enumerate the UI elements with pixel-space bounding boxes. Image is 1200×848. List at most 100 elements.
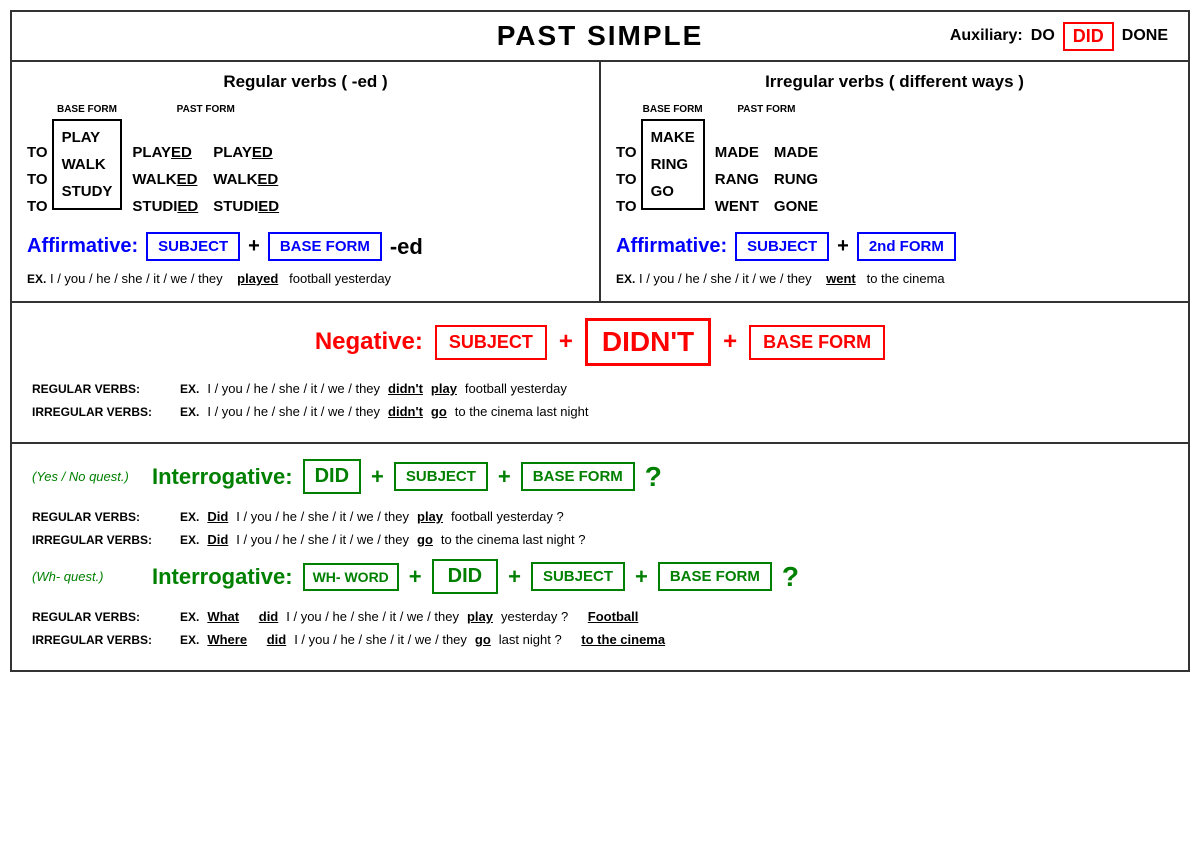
neg-regular-subjects: I / you / he / she / it / we / they bbox=[207, 381, 380, 396]
yesno-irregular-label: IRREGULAR VERBS: bbox=[32, 533, 172, 547]
irr-past2-3: GONE bbox=[774, 193, 818, 220]
regular-ed-suffix: -ed bbox=[390, 234, 423, 260]
wh-regular-subjects: I / you / he / she / it / we / they bbox=[286, 609, 459, 624]
reg-past2-2: WALKED bbox=[213, 166, 279, 193]
irregular-past-col1: MADE RANG WENT bbox=[715, 139, 759, 220]
neg-regular-ex: EX. bbox=[180, 382, 199, 396]
wh-regular-did: did bbox=[259, 609, 279, 624]
wh-question-mark: ? bbox=[782, 561, 799, 593]
irregular-title: Irregular verbs ( different ways ) bbox=[616, 72, 1173, 92]
yesno-irregular-subjects: I / you / he / she / it / we / they bbox=[236, 532, 409, 547]
regular-affirmative-row: Affirmative: SUBJECT + BASE FORM -ed bbox=[27, 232, 584, 261]
regular-base-box: PLAY WALK STUDY bbox=[52, 119, 123, 210]
irr-past2-2: RUNG bbox=[774, 166, 818, 193]
yesno-did-box: DID bbox=[303, 459, 361, 494]
wh-regular-label: REGULAR VERBS: bbox=[32, 610, 172, 624]
regular-to-col: TO TO TO TO bbox=[27, 104, 48, 220]
neg-regular-rest: football yesterday bbox=[465, 381, 567, 396]
irregular-base-box: MAKE RING GO bbox=[641, 119, 705, 210]
main-container: PAST SIMPLE Auxiliary: DO DID DONE Regul… bbox=[10, 10, 1190, 672]
regular-past-col2: PLAYED WALKED STUDIED bbox=[213, 139, 279, 220]
regular-past-label: PAST FORM bbox=[132, 104, 279, 115]
irregular-form-box: 2nd FORM bbox=[857, 232, 956, 261]
regular-base-col: BASE FORM PLAY WALK STUDY bbox=[52, 104, 123, 220]
reg-past1-2: WALKED bbox=[132, 166, 198, 193]
reg-past2-3: STUDIED bbox=[213, 193, 279, 220]
wh-irregular-wh: Where bbox=[207, 632, 247, 647]
yesno-irregular-verb: go bbox=[417, 532, 433, 547]
regular-aff-label: Affirmative: bbox=[27, 235, 138, 258]
yesno-regular-verb: play bbox=[417, 509, 443, 524]
reg-past2-1: PLAYED bbox=[213, 139, 279, 166]
negative-regular-row: REGULAR VERBS: EX. I / you / he / she / … bbox=[32, 381, 1168, 396]
irregular-base-col: BASE FORM MAKE RING GO bbox=[641, 104, 705, 220]
irr-base-2: RING bbox=[651, 151, 695, 178]
regular-ex-label: EX. bbox=[27, 272, 46, 286]
yesno-question-mark: ? bbox=[645, 461, 662, 493]
negative-formula-row: Negative: SUBJECT + DIDN'T + BASE FORM bbox=[32, 318, 1168, 366]
yesno-label: Interrogative: bbox=[152, 464, 293, 490]
regular-subject-box: SUBJECT bbox=[146, 232, 240, 261]
irregular-ex-subjects: I / you / he / she / it / we / they bbox=[639, 271, 812, 286]
irr-past1-1: MADE bbox=[715, 139, 759, 166]
irregular-affirmative-row: Affirmative: SUBJECT + 2nd FORM bbox=[616, 232, 1173, 261]
neg-regular-verb: play bbox=[431, 381, 457, 396]
neg-irregular-rest: to the cinema last night bbox=[455, 404, 589, 419]
yesno-regular-subjects: I / you / he / she / it / we / they bbox=[236, 509, 409, 524]
regular-verbs-col: Regular verbs ( -ed ) TO TO TO TO BASE F… bbox=[12, 62, 601, 301]
yesno-base-form-box: BASE FORM bbox=[521, 462, 635, 491]
wh-irregular-did: did bbox=[267, 632, 287, 647]
yesno-irregular-rest: to the cinema last night ? bbox=[441, 532, 586, 547]
neg-irregular-subjects: I / you / he / she / it / we / they bbox=[207, 404, 380, 419]
regular-past-area: PAST FORM PLAYED WALKED STUDIED PLAYED W… bbox=[132, 104, 279, 220]
to-3: TO bbox=[27, 193, 48, 220]
wh-regular-verb: play bbox=[467, 609, 493, 624]
auxiliary-label: Auxiliary: bbox=[950, 27, 1023, 45]
irregular-ex-rest: to the cinema bbox=[867, 271, 945, 286]
regular-base-form-box: BASE FORM bbox=[268, 232, 382, 261]
irregular-past-col2: MADE RUNG GONE bbox=[774, 139, 818, 220]
wh-examples: REGULAR VERBS: EX. What did I / you / he… bbox=[32, 609, 1168, 647]
wh-regular-tail: Football bbox=[588, 609, 639, 624]
irregular-example: EX. I / you / he / she / it / we / they … bbox=[616, 271, 1173, 286]
reg-base-3: STUDY bbox=[62, 178, 113, 205]
wh-irregular-tail: to the cinema bbox=[581, 632, 665, 647]
yesno-regular-did: Did bbox=[207, 509, 228, 524]
regular-past-forms: PLAYED WALKED STUDIED PLAYED WALKED STUD… bbox=[132, 119, 279, 220]
to-2: TO bbox=[27, 166, 48, 193]
irregular-past-area: PAST FORM MADE RANG WENT MADE RUNG GONE bbox=[715, 104, 818, 220]
yesno-formula-row: (Yes / No quest.) Interrogative: DID + S… bbox=[32, 459, 1168, 494]
irr-past2-1: MADE bbox=[774, 139, 818, 166]
neg-irregular-verb: go bbox=[431, 404, 447, 419]
wh-irregular-label: IRREGULAR VERBS: bbox=[32, 633, 172, 647]
irr-past1-3: WENT bbox=[715, 193, 759, 220]
wh-irregular-row: IRREGULAR VERBS: EX. Where did I / you /… bbox=[32, 632, 1168, 647]
yesno-regular-row: REGULAR VERBS: EX. Did I / you / he / sh… bbox=[32, 509, 1168, 524]
negative-label: Negative: bbox=[315, 328, 423, 356]
wh-irregular-rest: last night ? bbox=[499, 632, 562, 647]
negative-subject-box: SUBJECT bbox=[435, 325, 547, 360]
wh-irregular-ex: EX. bbox=[180, 633, 199, 647]
irr-past1-2: RANG bbox=[715, 166, 759, 193]
regular-ex-verb: played bbox=[237, 271, 278, 286]
neg-regular-didnt: didn't bbox=[388, 381, 423, 396]
regular-ex-rest: football yesterday bbox=[289, 271, 391, 286]
wh-wh-box: WH- WORD bbox=[303, 563, 399, 591]
yesno-irregular-ex: EX. bbox=[180, 533, 199, 547]
wh-irregular-subjects: I / you / he / she / it / we / they bbox=[294, 632, 467, 647]
neg-regular-label: REGULAR VERBS: bbox=[32, 382, 172, 396]
irregular-past-label: PAST FORM bbox=[715, 104, 818, 115]
aux-did: DID bbox=[1063, 22, 1114, 51]
regular-example: EX. I / you / he / she / it / we / they … bbox=[27, 271, 584, 286]
wh-regular-row: REGULAR VERBS: EX. What did I / you / he… bbox=[32, 609, 1168, 624]
wh-irregular-verb: go bbox=[475, 632, 491, 647]
irregular-verbs-col: Irregular verbs ( different ways ) TO TO… bbox=[601, 62, 1188, 301]
wh-regular-rest: yesterday ? bbox=[501, 609, 568, 624]
neg-irregular-label: IRREGULAR VERBS: bbox=[32, 405, 172, 419]
regular-past-col1: PLAYED WALKED STUDIED bbox=[132, 139, 198, 220]
yesno-regular-rest: football yesterday ? bbox=[451, 509, 564, 524]
wh-regular-ex: EX. bbox=[180, 610, 199, 624]
yesno-subject-box: SUBJECT bbox=[394, 462, 488, 491]
negative-base-form-box: BASE FORM bbox=[749, 325, 885, 360]
negative-irregular-row: IRREGULAR VERBS: EX. I / you / he / she … bbox=[32, 404, 1168, 419]
